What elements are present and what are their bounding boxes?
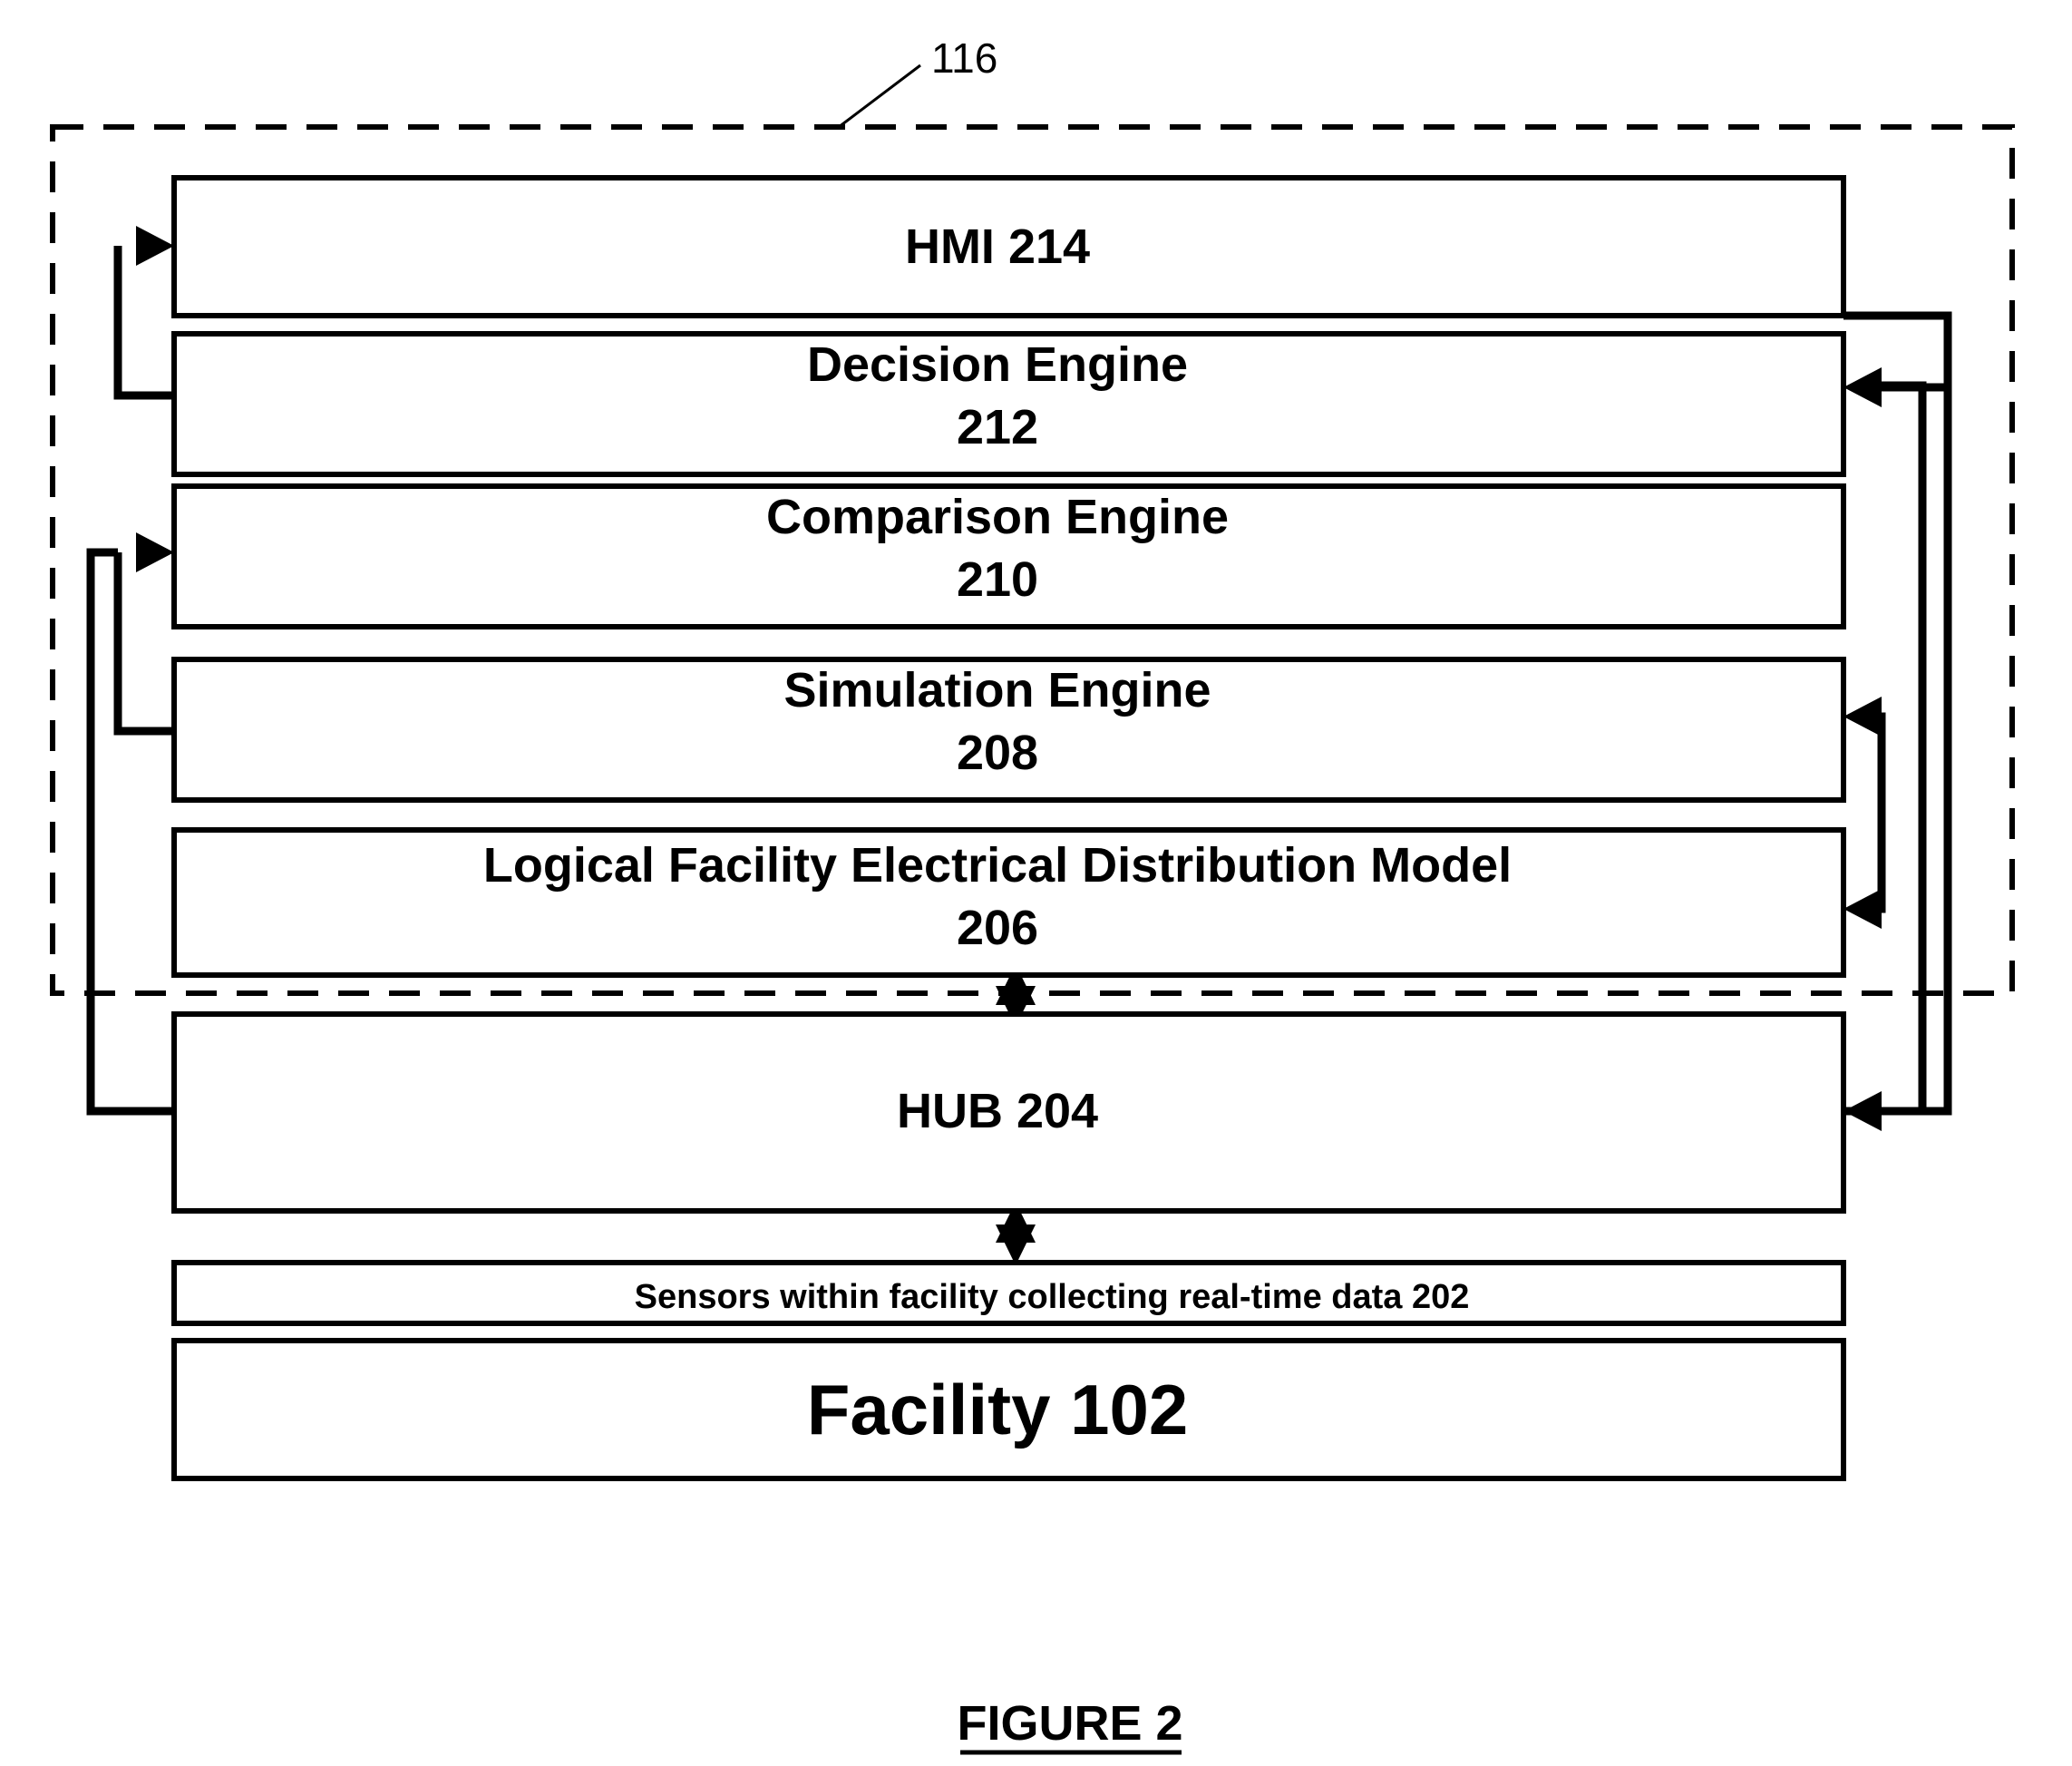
block-sensors-label: Sensors within facility collecting real-…: [635, 1278, 1470, 1316]
arrowhead-into-hmi: [136, 226, 174, 266]
block-logical-model-label: Logical Facility Electrical Distribution…: [483, 838, 1512, 893]
figure-caption: FIGURE 2: [957, 1696, 1182, 1751]
arrowhead-into-hub: [1843, 1091, 1882, 1131]
block-hmi-label: HMI 214: [905, 220, 1090, 274]
block-comparison-engine-label: Comparison Engine: [766, 490, 1229, 544]
block-simulation-engine-ref: 208: [957, 726, 1038, 780]
connector-simulation-engine-to-comparison-engine: [113, 552, 174, 736]
arrowhead-down-to-sensors: [996, 1224, 1036, 1265]
connector-simulation-logical-bidirectional: [1875, 712, 1886, 913]
arrowhead-into-simulation-engine: [1843, 697, 1882, 737]
ref-116-leader-line: [838, 63, 921, 129]
figure-2-diagram: HMI 214 Decision Engine 212 Comparison E…: [0, 0, 2072, 1766]
block-facility-label: Facility 102: [807, 1370, 1189, 1449]
connector-decision-engine-to-hmi: [113, 246, 174, 400]
block-comparison-engine-ref: 210: [957, 552, 1038, 607]
arrowhead-into-logical-model: [1843, 889, 1882, 929]
system-reference-number: 116: [931, 34, 997, 82]
block-logical-model-ref: 206: [957, 901, 1038, 955]
connector-comparison-engine-to-hub-left: [86, 548, 174, 1116]
connector-hmi-to-decision-engine: [1843, 311, 1952, 392]
diagram-canvas: HMI 214 Decision Engine 212 Comparison E…: [50, 34, 2015, 1755]
block-hub-label: HUB 204: [897, 1084, 1098, 1138]
block-decision-engine-label: Decision Engine: [807, 337, 1188, 392]
block-decision-engine-ref: 212: [957, 400, 1038, 454]
arrowhead-into-comparison-engine: [136, 532, 174, 572]
block-simulation-engine-label: Simulation Engine: [783, 663, 1211, 717]
